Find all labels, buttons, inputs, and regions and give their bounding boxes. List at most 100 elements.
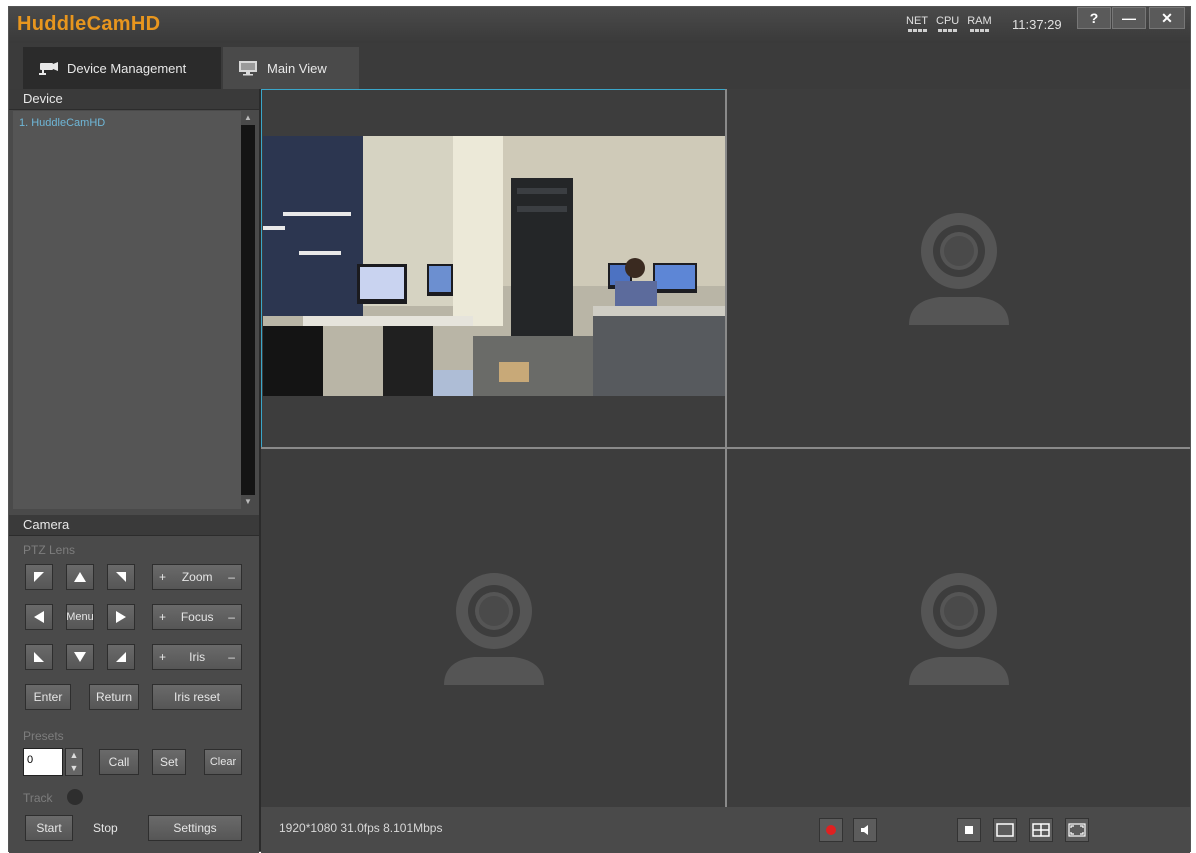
arrow-left-icon	[34, 611, 44, 623]
ptz-lens-label: PTZ Lens	[23, 543, 76, 557]
spin-down-icon[interactable]: ▼	[66, 762, 82, 775]
preset-clear-button[interactable]: Clear	[204, 749, 242, 775]
arrow-up-left-icon	[34, 572, 44, 582]
left-panel: Device 1. HuddleCamHD ▲ ▼ Camera PTZ Len…	[9, 89, 259, 853]
stream-status: 1920*1080 31.0fps 8.101Mbps	[279, 821, 443, 835]
tab-bar: Device Management Main View	[9, 43, 1190, 89]
layout-single-icon	[996, 823, 1014, 837]
iris-close-button[interactable]: –	[228, 650, 235, 664]
layout-quad-icon	[1032, 823, 1050, 837]
ram-label: RAM	[967, 15, 992, 27]
live-camera-feed	[263, 136, 725, 396]
pan-up-right-button[interactable]	[107, 564, 135, 590]
iris-label: Iris	[189, 650, 206, 664]
zoom-in-button[interactable]: +	[159, 570, 166, 584]
video-cell-1[interactable]	[261, 89, 726, 448]
scroll-up-icon[interactable]: ▲	[241, 111, 255, 125]
monitor-icon	[239, 61, 257, 76]
stop-button[interactable]: Stop	[93, 821, 118, 835]
arrow-down-icon	[74, 652, 86, 662]
close-button[interactable]: ✕	[1149, 7, 1185, 29]
layout-fill-button[interactable]	[957, 818, 981, 842]
ram-meter: RAM	[967, 15, 992, 32]
app-title: HuddleCamHD	[17, 13, 161, 35]
minimize-button[interactable]: —	[1112, 7, 1146, 29]
tilt-up-button[interactable]	[66, 564, 94, 590]
zoom-out-button[interactable]: –	[228, 570, 235, 584]
ram-level-bar	[969, 29, 989, 32]
iris-reset-button[interactable]: Iris reset	[152, 684, 242, 710]
tab-device-management-label: Device Management	[67, 60, 187, 76]
record-button[interactable]	[819, 818, 843, 842]
settings-button[interactable]: Settings	[148, 815, 242, 841]
focus-label: Focus	[180, 610, 214, 624]
video-grid	[261, 89, 1190, 807]
webcam-placeholder-icon	[444, 573, 544, 685]
webcam-placeholder-icon	[909, 573, 1009, 685]
net-level-bar	[907, 29, 927, 32]
tab-main-view[interactable]: Main View	[223, 47, 359, 89]
resource-meters: NET CPU RAM	[906, 16, 992, 32]
spin-up-icon[interactable]: ▲	[66, 749, 82, 762]
preset-set-button[interactable]: Set	[152, 749, 186, 775]
tilt-down-button[interactable]	[66, 644, 94, 670]
fullscreen-icon	[1068, 823, 1086, 837]
iris-open-button[interactable]: +	[159, 650, 166, 664]
net-label: NET	[906, 15, 928, 27]
presets-label: Presets	[23, 729, 64, 743]
tab-device-management[interactable]: Device Management	[23, 47, 221, 89]
focus-near-button[interactable]: +	[159, 610, 166, 624]
cpu-meter: CPU	[936, 16, 959, 32]
preset-number-input[interactable]: 0	[23, 748, 63, 776]
device-list: 1. HuddleCamHD ▲ ▼	[13, 111, 255, 509]
app-window: HuddleCamHD NET CPU RAM 11:37:29 ? — ✕ D…	[8, 6, 1191, 853]
pan-right-button[interactable]	[107, 604, 135, 630]
zoom-label: Zoom	[181, 570, 213, 584]
preset-spinner[interactable]: ▲ ▼	[65, 748, 83, 776]
scroll-down-icon[interactable]: ▼	[241, 495, 255, 509]
layout-single-button[interactable]	[993, 818, 1017, 842]
tab-main-view-label: Main View	[267, 60, 327, 76]
pan-up-left-button[interactable]	[25, 564, 53, 590]
menu-button[interactable]: Menu	[66, 604, 94, 630]
camera-section: Camera	[9, 515, 259, 536]
audio-button[interactable]	[853, 818, 877, 842]
device-list-item[interactable]: 1. HuddleCamHD	[15, 115, 245, 131]
iris-control[interactable]: + Iris –	[152, 644, 242, 670]
pan-left-button[interactable]	[25, 604, 53, 630]
layout-fill-icon	[965, 826, 973, 834]
arrow-down-left-icon	[34, 652, 44, 662]
audio-icon	[861, 825, 868, 835]
device-list-scrollbar[interactable]: ▲ ▼	[241, 111, 255, 509]
focus-control[interactable]: + Focus –	[152, 604, 242, 630]
start-button[interactable]: Start	[25, 815, 73, 841]
focus-far-button[interactable]: –	[228, 610, 235, 624]
record-icon	[826, 825, 836, 835]
camera-cctv-icon	[39, 62, 58, 75]
device-section-heading: Device	[9, 89, 259, 110]
layout-quad-button[interactable]	[1029, 818, 1053, 842]
camera-section-heading: Camera	[9, 515, 259, 536]
net-meter: NET	[906, 16, 928, 32]
fullscreen-button[interactable]	[1065, 818, 1089, 842]
webcam-placeholder-icon	[909, 213, 1009, 325]
arrow-up-right-icon	[116, 572, 126, 582]
clock: 11:37:29	[1012, 17, 1062, 32]
arrow-up-icon	[74, 572, 86, 582]
title-bar: HuddleCamHD NET CPU RAM 11:37:29 ? — ✕	[9, 7, 1190, 44]
preset-call-button[interactable]: Call	[99, 749, 139, 775]
zoom-control[interactable]: + Zoom –	[152, 564, 242, 590]
enter-button[interactable]: Enter	[25, 684, 71, 710]
return-button[interactable]: Return	[89, 684, 139, 710]
track-label: Track	[23, 791, 53, 805]
help-button[interactable]: ?	[1077, 7, 1111, 29]
arrow-down-right-icon	[116, 652, 126, 662]
cpu-label: CPU	[936, 15, 960, 27]
pan-down-right-button[interactable]	[107, 644, 135, 670]
track-toggle[interactable]	[67, 789, 83, 805]
arrow-right-icon	[116, 611, 126, 623]
pan-down-left-button[interactable]	[25, 644, 53, 670]
grid-divider-horizontal	[261, 447, 1190, 449]
bottom-toolbar: 1920*1080 31.0fps 8.101Mbps	[261, 807, 1190, 853]
cpu-level-bar	[938, 29, 958, 32]
